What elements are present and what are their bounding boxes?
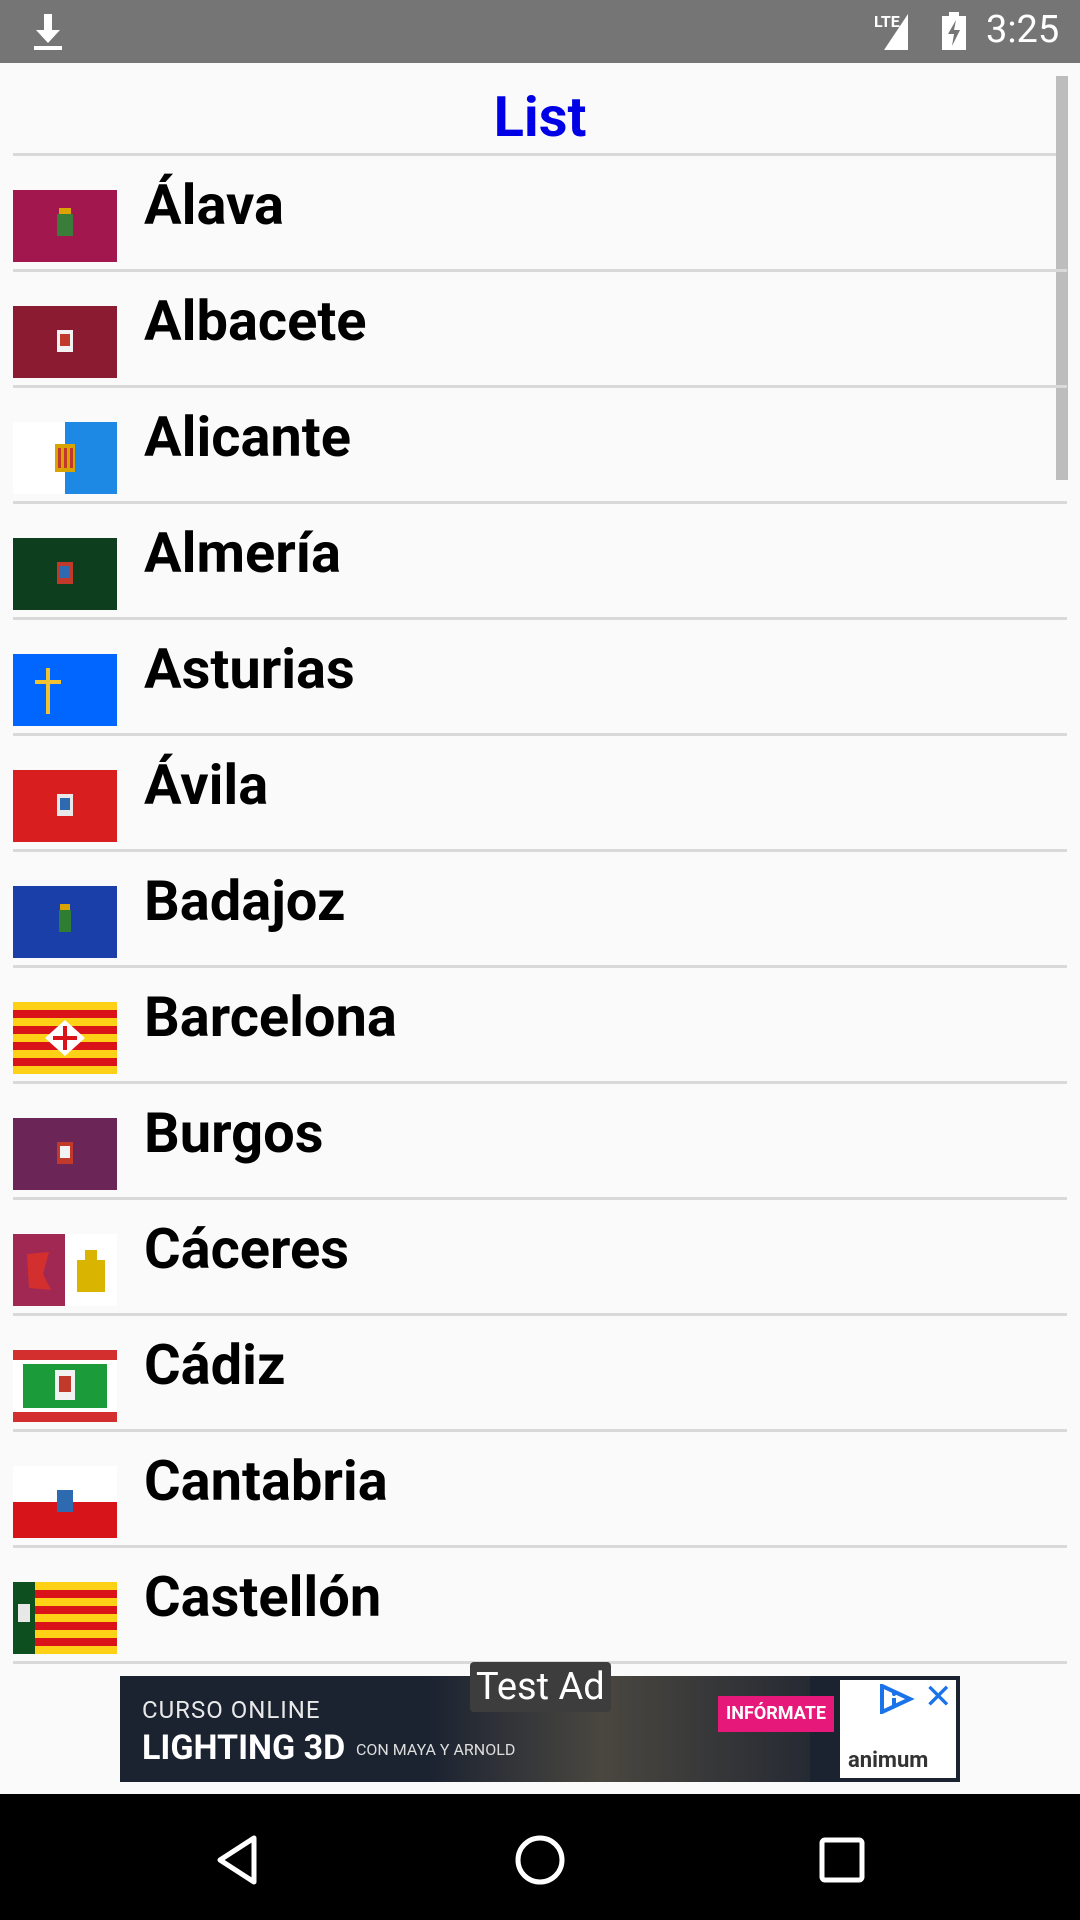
province-name: Almería <box>144 520 341 586</box>
flag-caceres-icon <box>13 1234 117 1306</box>
battery-charging-icon <box>942 12 966 50</box>
ad-cta-button[interactable]: INFÓRMATE <box>718 1696 834 1732</box>
list-item[interactable]: Cantabria <box>13 1432 1067 1548</box>
flag-barcelona-icon <box>13 1002 117 1074</box>
list-item[interactable]: Burgos <box>13 1084 1067 1200</box>
flag-albacete-icon <box>13 306 117 378</box>
list-item[interactable]: Barcelona <box>13 968 1067 1084</box>
province-name: Cáceres <box>144 1216 350 1282</box>
list-item[interactable]: Badajoz <box>13 852 1067 968</box>
ad-label: Test Ad <box>470 1662 611 1712</box>
flag-avila-icon <box>13 770 117 842</box>
province-name: Albacete <box>144 288 367 354</box>
flag-alava-icon <box>13 190 117 262</box>
flag-alicante-icon <box>13 422 117 494</box>
back-icon[interactable] <box>210 1832 266 1888</box>
flag-cadiz-icon <box>13 1350 117 1422</box>
flag-almeria-icon <box>13 538 117 610</box>
list-item[interactable]: Ávila <box>13 736 1067 852</box>
province-name: Cantabria <box>144 1448 388 1514</box>
flag-badajoz-icon <box>13 886 117 958</box>
province-list: Álava Albacete Alicante Almería Asturias Ávil… <box>13 156 1067 1664</box>
province-name: Burgos <box>144 1100 324 1166</box>
province-name: Castellón <box>144 1564 382 1630</box>
list-item[interactable]: Almería <box>13 504 1067 620</box>
nav-bar <box>0 1794 1080 1920</box>
province-name: Asturias <box>144 636 355 702</box>
recents-icon[interactable] <box>814 1832 870 1888</box>
status-bar: LTE 3:25 <box>0 0 1080 63</box>
ad-choices-icon[interactable] <box>876 1684 916 1714</box>
province-name: Ávila <box>144 752 269 818</box>
province-name: Cádiz <box>144 1332 286 1398</box>
province-name: Álava <box>144 172 284 238</box>
list-item[interactable]: Cádiz <box>13 1316 1067 1432</box>
home-icon[interactable] <box>512 1832 568 1888</box>
signal-icon <box>884 14 908 50</box>
province-name: Barcelona <box>144 984 397 1050</box>
ad-title: LIGHTING 3D <box>142 1728 346 1768</box>
ad-subtitle: CON MAYA Y ARNOLD <box>356 1740 516 1759</box>
flag-asturias-icon <box>13 654 117 726</box>
flag-burgos-icon <box>13 1118 117 1190</box>
close-icon[interactable]: ✕ <box>924 1680 953 1714</box>
list-item[interactable]: Castellón <box>13 1548 1067 1664</box>
flag-cantabria-icon <box>13 1466 117 1538</box>
flag-castellon-icon <box>13 1582 117 1654</box>
clock: 3:25 <box>986 8 1060 52</box>
list-item[interactable]: Asturias <box>13 620 1067 736</box>
ad-brand: animum <box>848 1748 929 1773</box>
list-item[interactable]: Alicante <box>13 388 1067 504</box>
list-item[interactable]: Cáceres <box>13 1200 1067 1316</box>
province-name: Badajoz <box>144 868 346 934</box>
list-item[interactable]: Albacete <box>13 272 1067 388</box>
download-icon <box>34 14 62 50</box>
province-name: Alicante <box>144 404 351 470</box>
list-item[interactable]: Álava <box>13 156 1067 272</box>
page-title: List <box>493 84 587 150</box>
ad-headline: CURSO ONLINE <box>142 1696 321 1724</box>
